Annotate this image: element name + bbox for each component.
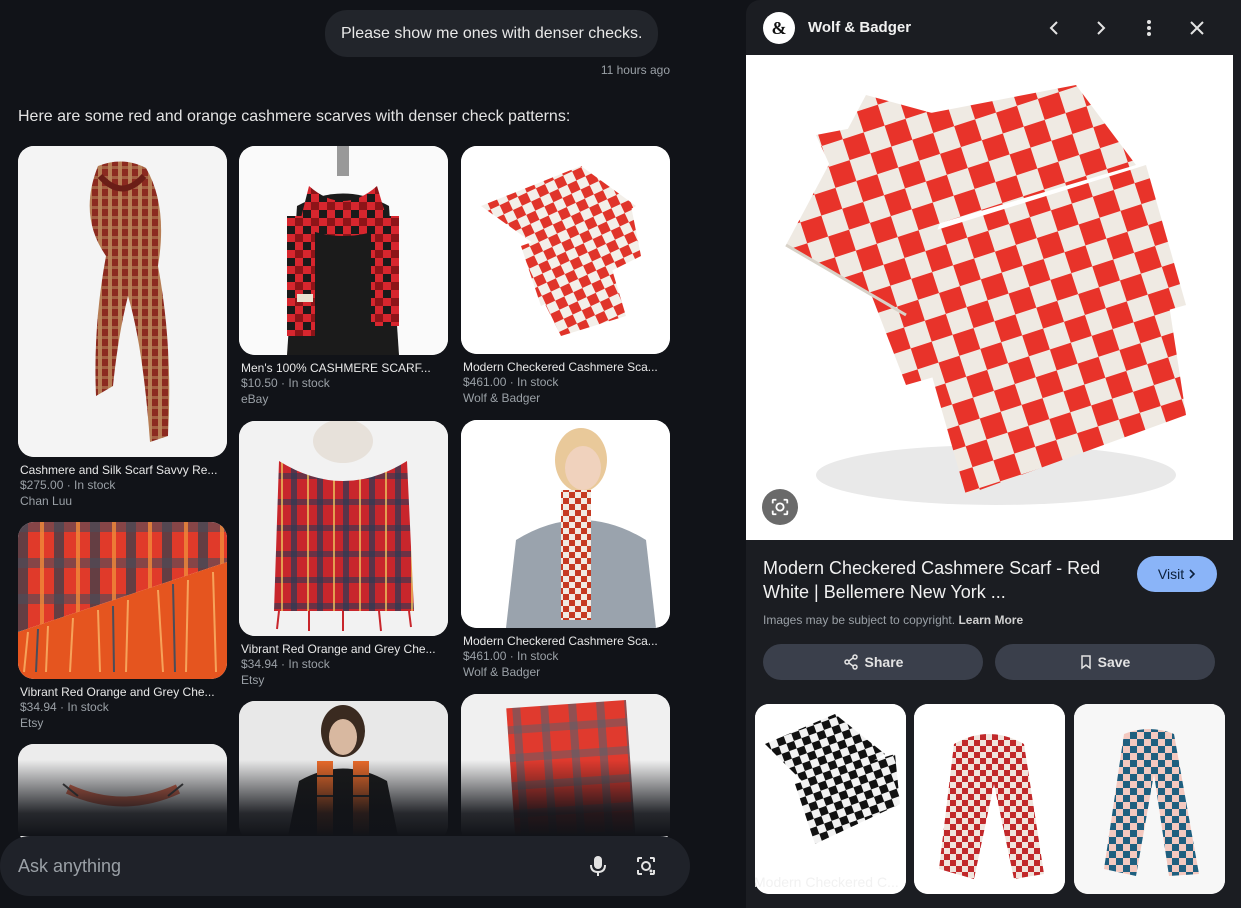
related-image[interactable] xyxy=(914,704,1065,894)
product-title[interactable]: Modern Checkered Cashmere Scarf - Red Wh… xyxy=(763,556,1123,604)
result-title[interactable]: Men's 100% CASHMERE SCARF... xyxy=(239,361,448,375)
save-label: Save xyxy=(1097,654,1131,670)
result-image[interactable] xyxy=(461,694,670,844)
result-image[interactable] xyxy=(461,420,670,628)
result-title[interactable]: Vibrant Red Orange and Grey Che... xyxy=(18,685,227,699)
result-image[interactable] xyxy=(461,146,670,354)
result-title[interactable]: Vibrant Red Orange and Grey Che... xyxy=(239,642,448,656)
chat-area: Please show me ones with denser checks. … xyxy=(0,0,740,908)
hero-image[interactable] xyxy=(746,55,1233,540)
source-panel: & Wolf & Badger Modern Checkered Cashmer… xyxy=(746,0,1241,908)
share-label: Share xyxy=(864,654,904,670)
lens-search-icon[interactable] xyxy=(762,489,798,525)
chevron-right-icon xyxy=(1189,569,1196,579)
related-label[interactable]: Modern Checkered C... xyxy=(754,874,899,890)
user-message: Please show me ones with denser checks. xyxy=(325,10,659,57)
panel-header: & Wolf & Badger xyxy=(746,0,1241,55)
close-icon[interactable] xyxy=(1184,15,1210,41)
result-title[interactable]: Cashmere and Silk Scarf Savvy Re... xyxy=(18,463,227,477)
result-price: $275.00 · In stock xyxy=(20,478,116,492)
result-image[interactable] xyxy=(18,146,227,457)
visit-label: Visit xyxy=(1157,566,1185,582)
chevron-right-icon[interactable] xyxy=(1088,15,1114,41)
save-button[interactable]: Save xyxy=(995,644,1215,680)
result-price: $34.94 · In stock xyxy=(241,657,330,671)
learn-more-link[interactable]: Learn More xyxy=(958,613,1023,627)
bookmark-icon xyxy=(1080,655,1091,670)
result-card[interactable] xyxy=(461,694,670,844)
result-source: Etsy xyxy=(20,716,44,730)
site-name[interactable]: Wolf & Badger xyxy=(808,19,911,36)
more-vert-icon[interactable] xyxy=(1136,15,1162,41)
ask-input[interactable] xyxy=(18,836,558,896)
related-image[interactable] xyxy=(1074,704,1225,894)
message-timestamp: 11 hours ago xyxy=(600,63,670,77)
result-card[interactable]: Modern Checkered Cashmere Sca... $461.00… xyxy=(461,146,670,406)
result-source: Wolf & Badger xyxy=(463,391,541,405)
result-price: $461.00 · In stock xyxy=(463,649,559,663)
share-icon xyxy=(843,654,858,670)
result-card[interactable] xyxy=(18,744,227,844)
related-image[interactable] xyxy=(755,704,906,894)
result-price: $10.50 · In stock xyxy=(241,376,330,390)
result-source: eBay xyxy=(241,392,269,406)
site-logo: & xyxy=(763,12,795,44)
result-card[interactable]: Men's 100% CASHMERE SCARF... $10.50 · In… xyxy=(239,146,448,407)
result-image[interactable] xyxy=(239,421,448,636)
result-image[interactable] xyxy=(239,146,448,355)
ask-bar xyxy=(0,836,690,896)
result-card[interactable]: Cashmere and Silk Scarf Savvy Re... $275… xyxy=(18,146,227,509)
result-price: $461.00 · In stock xyxy=(463,375,559,389)
result-source: Chan Luu xyxy=(20,494,73,508)
result-card[interactable]: Vibrant Red Orange and Grey Che... $34.9… xyxy=(239,421,448,688)
result-image[interactable] xyxy=(239,701,448,841)
share-button[interactable]: Share xyxy=(763,644,983,680)
result-image[interactable] xyxy=(18,744,227,844)
result-card[interactable]: Vibrant Red Orange and Grey Che... $34.9… xyxy=(18,522,227,731)
result-card[interactable]: Modern Checkered Cashmere Sca... $461.00… xyxy=(461,420,670,680)
copyright-text: Images may be subject to copyright. xyxy=(763,613,956,627)
result-source: Etsy xyxy=(241,673,265,687)
chevron-left-icon[interactable] xyxy=(1041,15,1067,41)
result-image[interactable] xyxy=(18,522,227,679)
lens-camera-icon[interactable] xyxy=(632,852,660,880)
result-price: $34.94 · In stock xyxy=(20,700,109,714)
visit-button[interactable]: Visit xyxy=(1137,556,1217,592)
result-source: Wolf & Badger xyxy=(463,665,541,679)
microphone-icon[interactable] xyxy=(584,852,612,880)
result-title[interactable]: Modern Checkered Cashmere Sca... xyxy=(461,634,670,648)
result-title[interactable]: Modern Checkered Cashmere Sca... xyxy=(461,360,670,374)
assistant-intro: Here are some red and orange cashmere sc… xyxy=(18,108,571,125)
result-card[interactable] xyxy=(239,701,448,841)
copyright-note: Images may be subject to copyright. Lear… xyxy=(763,613,1023,627)
